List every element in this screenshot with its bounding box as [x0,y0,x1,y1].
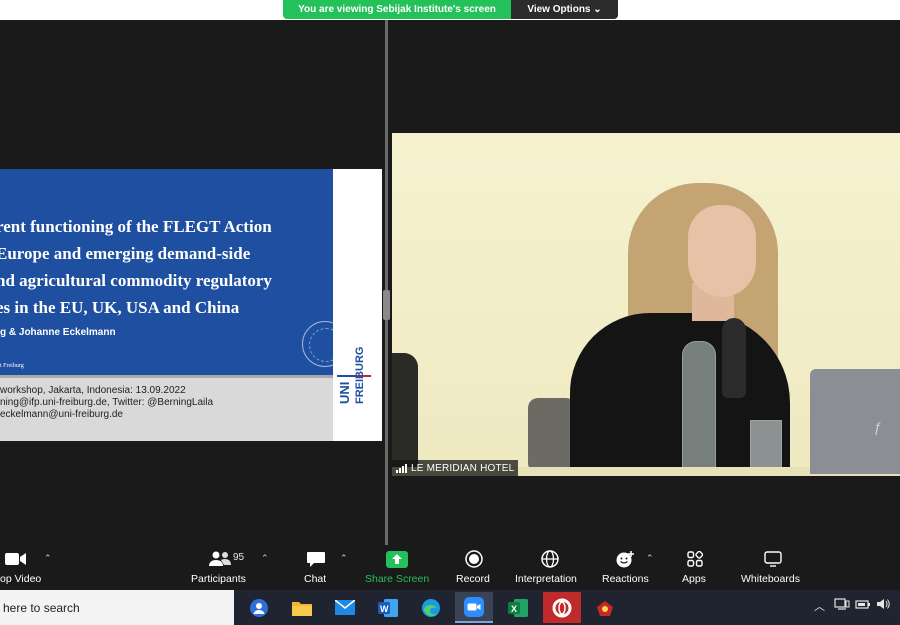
chat-caret-icon[interactable]: ⌃ [340,553,348,564]
reactions-emoji-icon [614,549,636,569]
participants-count: 95 [233,552,245,563]
record-icon [463,549,485,569]
sharing-status-label: You are viewing Sebijak Institute's scre… [283,0,511,19]
screen-share-banner: You are viewing Sebijak Institute's scre… [283,0,618,20]
excel-icon: X [508,598,528,617]
participants-button[interactable]: 95 ⌃ Participants [188,545,273,590]
show-hidden-icons-chevron-icon[interactable]: ︿ [814,598,825,614]
record-label: Record [456,573,490,585]
slide-title: rent functioning of the FLEGT Action Eur… [0,217,272,317]
video-speaker-face [688,205,756,297]
taskbar-zoom[interactable] [455,592,493,623]
share-screen-icon [386,549,408,569]
video-options-caret-icon[interactable]: ⌃ [44,553,52,564]
apps-label: Apps [682,573,706,585]
reactions-label: Reactions [602,573,649,585]
uni-freiburg-logo: UNI FREIBURG [337,347,371,404]
split-divider[interactable] [385,20,388,545]
logo-text-freiburg: FREIBURG [354,347,366,404]
word-icon: W [378,598,398,617]
taskbar-edge[interactable] [412,592,450,623]
microphone-icon [722,318,746,398]
interpretation-label: Interpretation [515,573,577,585]
slide-affiliation: t Freiburg [0,363,24,369]
meet-now-icon[interactable] [834,598,850,613]
video-glass [750,420,782,470]
stop-video-button[interactable]: ⌃ op Video [0,545,60,590]
taskbar-people-app[interactable] [240,592,278,623]
signal-strength-icon [396,463,407,473]
slide-divider [0,375,333,378]
slide-title-panel: rent functioning of the FLEGT Action Eur… [0,169,348,375]
video-water-bottle [682,341,716,473]
taskbar-excel[interactable]: X [499,592,537,623]
opera-icon [552,598,572,617]
file-explorer-icon [292,601,312,616]
view-options-button[interactable]: View Options ⌄ [511,0,618,19]
laptop-logo-icon: ƒ [874,419,882,435]
svg-text:W: W [380,604,389,614]
taskbar-search-placeholder: here to search [3,601,80,615]
video-neighbor-silhouette [392,353,418,473]
chat-bubble-icon [304,549,328,569]
video-laptop [810,369,900,474]
taskbar-game[interactable] [586,592,624,623]
shared-slide: rent functioning of the FLEGT Action Eur… [0,169,382,441]
mail-icon [335,600,355,615]
stop-video-label: op Video [0,573,42,585]
meeting-toolbar: ⌃ op Video 95 ⌃ Participants ⌃ Chat Shar… [0,545,900,590]
globe-icon [539,549,561,569]
participants-icon [208,549,232,569]
svg-text:X: X [511,604,517,614]
taskbar-mail[interactable] [326,592,364,623]
taskbar-word[interactable]: W [369,592,407,623]
split-drag-handle[interactable] [383,290,390,320]
slide-contact-info: workshop, Jakarta, Indonesia: 13.09.2022… [0,385,214,420]
edge-icon [422,598,440,617]
speaker-volume-icon[interactable] [876,598,890,613]
participant-name-tag: LE MERIDIAN HOTEL [392,460,519,476]
participants-label: Participants [191,573,246,585]
chat-button[interactable]: ⌃ Chat [300,545,355,590]
whiteboards-label: Whiteboards [741,573,800,585]
people-icon [250,598,268,617]
battery-icon[interactable] [855,598,871,613]
participant-name: LE MERIDIAN HOTEL [411,462,515,474]
zoom-window: You are viewing Sebijak Institute's scre… [0,0,900,625]
share-screen-button[interactable]: Share Screen [362,545,432,590]
apps-icon [684,549,706,569]
interpretation-button[interactable]: Interpretation [512,545,588,590]
whiteboards-button[interactable]: Whiteboards [738,545,808,590]
reactions-button[interactable]: ⌃ Reactions [600,545,662,590]
share-screen-label: Share Screen [365,573,430,585]
taskbar-opera[interactable] [543,592,581,623]
logo-text-uni: UNI [337,382,352,404]
zoom-icon [464,596,484,617]
participant-video[interactable]: ƒ [392,133,900,476]
participants-caret-icon[interactable]: ⌃ [261,553,269,564]
video-chair [528,398,576,473]
reactions-caret-icon[interactable]: ⌃ [646,553,654,564]
taskbar-file-explorer[interactable] [283,592,321,623]
chat-label: Chat [304,573,327,585]
game-icon [597,600,613,616]
video-camera-icon [4,549,28,569]
whiteboard-icon [762,549,784,569]
record-button[interactable]: Record [452,545,497,590]
apps-button[interactable]: Apps [680,545,710,590]
slide-authors: g & Johanne Eckelmann [0,327,116,338]
